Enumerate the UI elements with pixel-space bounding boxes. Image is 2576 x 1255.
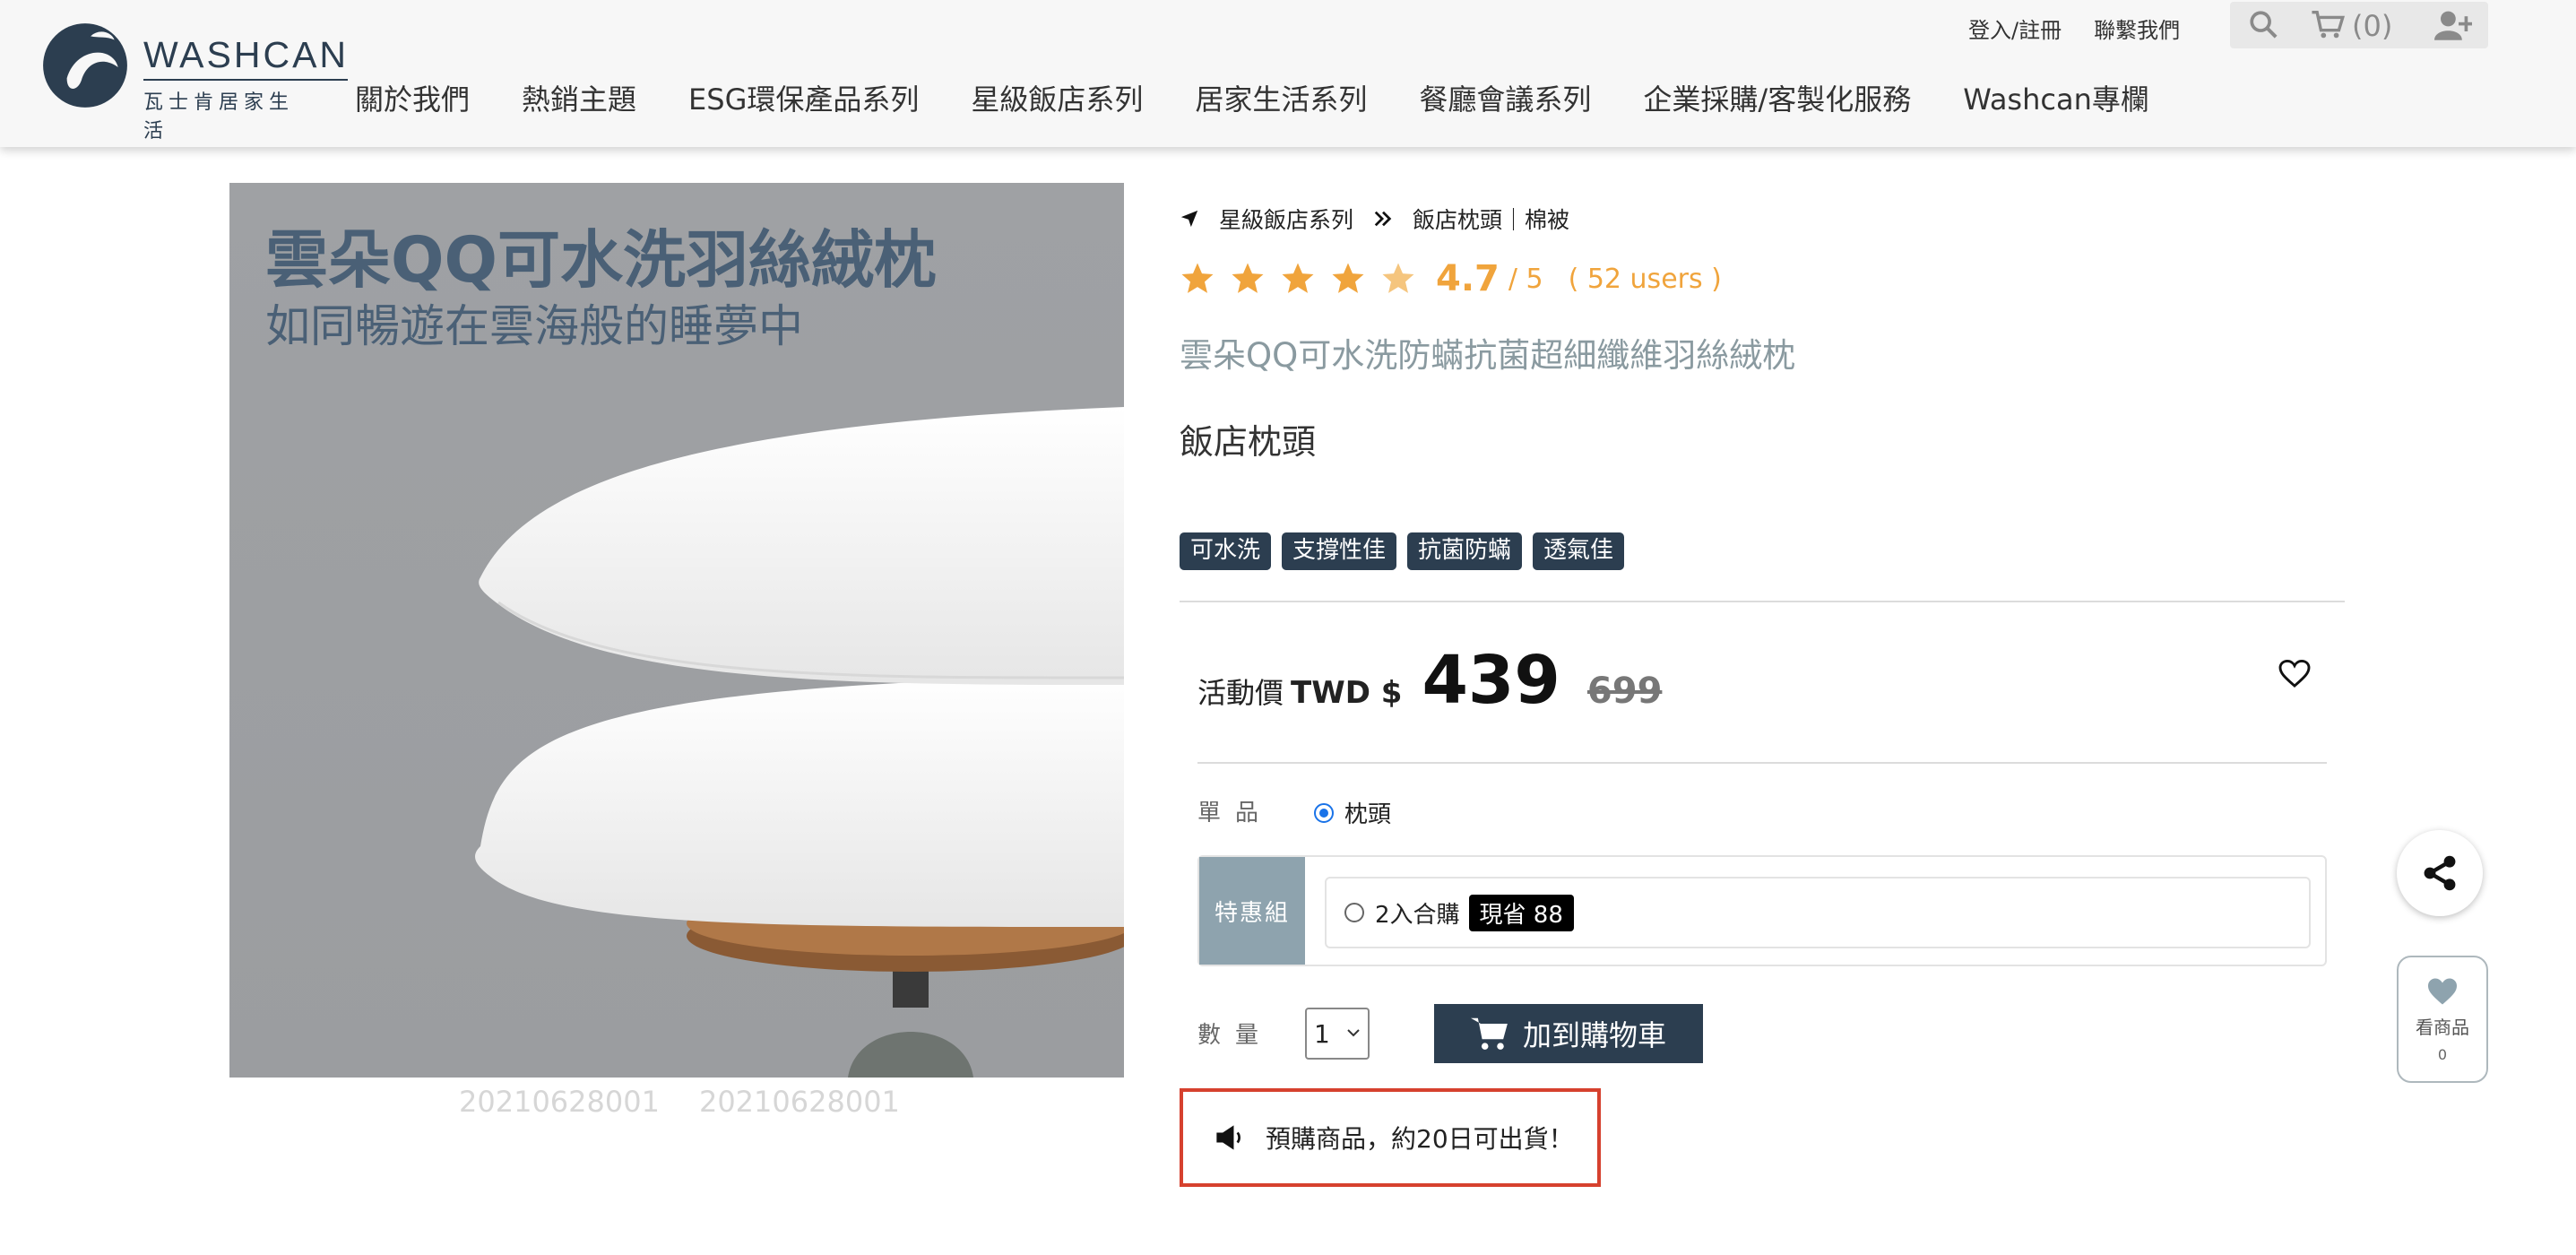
star-icon	[1282, 263, 1314, 293]
nav-hot-topics[interactable]: 熱銷主題	[522, 77, 636, 118]
cart-count[interactable]: (0)	[2352, 9, 2392, 43]
site-header: WASHCAN 瓦士肯居家生活 登入/註冊 聯繫我們 (0) 關於我們 熱銷主題…	[0, 0, 2576, 147]
current-price: 439	[1422, 642, 1560, 719]
double-chevron-right-icon	[1374, 211, 1392, 227]
bundle-option[interactable]: 2入合購 現省 88	[1325, 877, 2311, 948]
brand-logo[interactable]: WASHCAN 瓦士肯居家生活	[39, 20, 348, 143]
megaphone-icon	[1216, 1125, 1240, 1150]
nav-corporate[interactable]: 企業採購/客製化服務	[1643, 77, 1911, 118]
nav-about[interactable]: 關於我們	[355, 77, 470, 118]
tag: 透氣佳	[1533, 532, 1625, 570]
breadcrumb-item-hotel-series[interactable]: 星級飯店系列	[1219, 203, 1353, 235]
washcan-logo-icon	[43, 23, 127, 108]
price-row: 活動價 TWD $ 439 699	[1197, 642, 1662, 719]
top-links: 登入/註冊 聯繫我們	[1968, 16, 2212, 45]
brand-subtitle: 瓦士肯居家生活	[143, 91, 295, 143]
login-register-link[interactable]: 登入/註冊	[1968, 16, 2062, 45]
product-name: 雲朵QQ可水洗防蟎抗菌超細纖維羽絲絨枕	[1180, 336, 1796, 375]
price-currency: TWD $	[1291, 675, 1403, 711]
single-item-choice: 枕頭	[1344, 801, 1392, 828]
product-category: 飯店枕頭	[1180, 422, 1317, 462]
quantity-select[interactable]: 1	[1305, 1008, 1370, 1060]
tag: 可水洗	[1180, 532, 1272, 570]
price-label: 活動價	[1197, 676, 1284, 710]
savings-badge: 現省 88	[1468, 894, 1574, 931]
rating-users[interactable]: ( 52 users )	[1569, 264, 1722, 295]
original-price: 699	[1586, 671, 1663, 712]
preorder-notice-text: 預購商品，約20日可出貨！	[1266, 1124, 1574, 1154]
radio-checked[interactable]	[1314, 802, 1334, 823]
tag: 抗菌防蟎	[1407, 532, 1523, 570]
tag: 支撐性佳	[1282, 532, 1397, 570]
add-user-icon[interactable]	[2434, 9, 2472, 41]
chevron-down-icon	[1347, 1029, 1360, 1037]
header-icon-bar: (0)	[2230, 2, 2488, 48]
share-icon	[2424, 855, 2456, 891]
divider	[1180, 601, 2345, 602]
rating-score: 4.7	[1436, 258, 1500, 299]
cart-icon[interactable]	[2311, 9, 2347, 41]
nav-hotel-series[interactable]: 星級飯店系列	[971, 77, 1143, 118]
star-icon	[1232, 263, 1264, 293]
location-arrow-icon	[1180, 210, 1198, 228]
wishlist-button[interactable]: 看商品 0	[2397, 956, 2488, 1083]
rating-out-of: / 5	[1508, 263, 1543, 295]
nav-restaurant[interactable]: 餐廳會議系列	[1419, 77, 1591, 118]
bundle-box: 特惠組 2入合購 現省 88	[1197, 855, 2327, 966]
sku-code: 20210628001	[459, 1085, 660, 1119]
search-icon[interactable]	[2248, 9, 2278, 39]
add-to-cart-button[interactable]: 加到購物車	[1434, 1004, 1703, 1063]
radio-unchecked[interactable]	[1344, 903, 1364, 922]
image-subline: 如同暢遊在雲海般的睡夢中	[265, 300, 803, 352]
wishlist-count: 0	[2437, 1046, 2448, 1063]
image-headline: 雲朵QQ可水洗羽絲絨枕	[265, 223, 938, 297]
brand-name: WASHCAN	[143, 34, 350, 75]
heart-icon	[2428, 978, 2457, 1005]
product-image[interactable]: 雲朵QQ可水洗羽絲絨枕 如同暢遊在雲海般的睡夢中	[229, 183, 1124, 1078]
star-icon	[1181, 263, 1214, 293]
quantity-value: 1	[1314, 1018, 1330, 1049]
star-icon	[1332, 263, 1364, 293]
bundle-choice: 2入合購	[1375, 901, 1460, 929]
feature-tags: 可水洗 支撐性佳 抗菌防蟎 透氣佳	[1180, 532, 1635, 570]
breadcrumb-item-pillow[interactable]: 飯店枕頭｜棉被	[1413, 203, 1569, 235]
cart-icon	[1470, 1017, 1508, 1050]
breadcrumb: 星級飯店系列 飯店枕頭｜棉被	[1180, 203, 1569, 235]
add-to-cart-label: 加到購物車	[1522, 1018, 1666, 1052]
single-item-label: 單品	[1197, 800, 1274, 827]
main-nav: 關於我們 熱銷主題 ESG環保產品系列 星級飯店系列 居家生活系列 餐廳會議系列…	[355, 77, 2201, 118]
single-item-option[interactable]: 枕頭	[1314, 796, 1391, 829]
quantity-label: 數量	[1197, 1022, 1274, 1049]
bundle-label: 特惠組	[1199, 857, 1305, 965]
rating: 4.7 / 5 ( 52 users )	[1180, 258, 1722, 299]
divider	[1197, 762, 2327, 764]
nav-home-living[interactable]: 居家生活系列	[1195, 77, 1367, 118]
nav-esg[interactable]: ESG環保產品系列	[688, 77, 919, 118]
brand-underline	[143, 79, 348, 81]
nav-column[interactable]: Washcan專欄	[1963, 77, 2149, 118]
sku-code: 20210628001	[698, 1085, 900, 1119]
star-icon	[1382, 263, 1414, 293]
share-button[interactable]	[2397, 830, 2483, 916]
sku-codes: 20210628001 20210628001	[459, 1085, 939, 1119]
favorite-heart-icon[interactable]	[2278, 660, 2311, 688]
preorder-notice: 預購商品，約20日可出貨！	[1180, 1088, 1601, 1187]
wishlist-label: 看商品	[2416, 1017, 2469, 1038]
contact-us-link[interactable]: 聯繫我們	[2094, 16, 2180, 45]
